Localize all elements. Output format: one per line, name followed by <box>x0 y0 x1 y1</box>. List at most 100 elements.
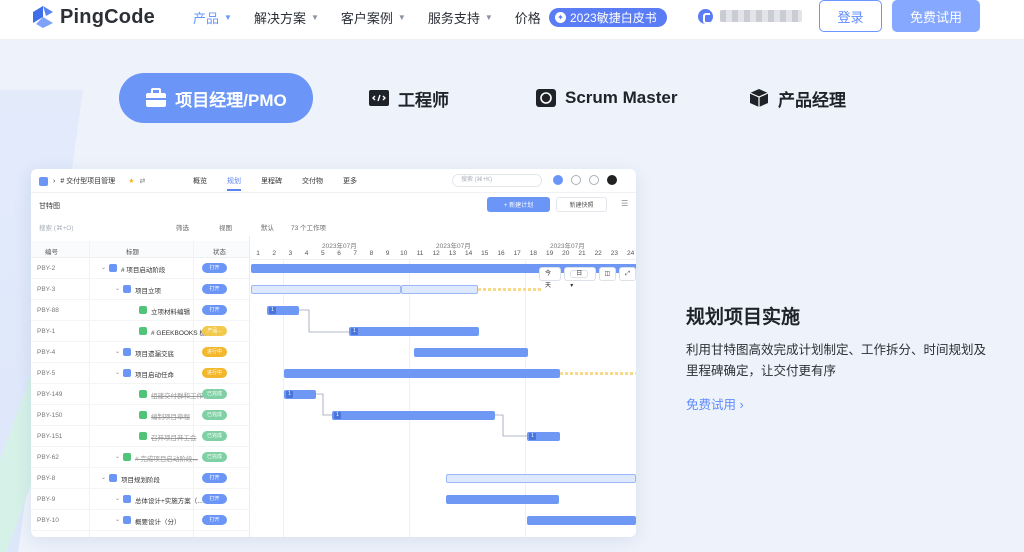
gantt-bar[interactable] <box>478 288 543 291</box>
menu-item-product[interactable]: 产品 ▼ <box>193 8 232 27</box>
status-badge[interactable]: 打开 <box>202 305 227 315</box>
role-tab-pmo[interactable]: 项目经理/PMO <box>119 73 313 123</box>
gantt-bar[interactable] <box>414 348 528 357</box>
status-badge[interactable]: 已完成 <box>202 452 227 462</box>
table-row[interactable]: PBY-151 召开项目开工会 已完成 <box>31 426 249 447</box>
table-row[interactable]: PBY-10 ⌄ 概要设计（分） 打开 <box>31 510 249 531</box>
add-icon[interactable] <box>553 175 563 185</box>
chevron-icon[interactable]: ⌄ <box>101 264 106 271</box>
whitepaper-badge[interactable]: ✦ 2023敏捷白皮书 <box>549 8 667 27</box>
chevron-icon[interactable]: ⌄ <box>115 348 120 355</box>
status-badge[interactable]: 打开 <box>202 284 227 294</box>
table-row[interactable]: PBY-3 ⌄ 项目立项 打开 <box>31 279 249 300</box>
star-icon[interactable]: ★ <box>128 177 134 185</box>
status-badge[interactable]: 已完成 <box>202 410 227 420</box>
swap-icon[interactable]: ⇄ <box>139 177 145 185</box>
app-search-input[interactable]: 搜索 (⌘+K) <box>452 174 542 187</box>
login-button[interactable]: 登录 <box>819 0 882 32</box>
gantt-bar[interactable] <box>446 474 636 483</box>
status-badge[interactable]: 进行中 <box>202 347 227 357</box>
chevron-icon[interactable]: ⌄ <box>115 495 120 502</box>
gantt-bar[interactable] <box>446 495 559 504</box>
status-badge[interactable]: 已完成 <box>202 431 227 441</box>
status-badge[interactable]: 打开 <box>202 263 227 273</box>
row-title[interactable]: 组建交付群和工作台 <box>151 390 210 400</box>
role-tab-scrum[interactable]: Scrum Master <box>535 73 677 123</box>
default-view-button[interactable]: 默认 <box>261 222 274 232</box>
filter-button[interactable]: 筛选 <box>176 222 189 232</box>
status-badge[interactable]: 打开 <box>202 473 227 483</box>
table-gantt-divider[interactable] <box>249 236 250 537</box>
gantt-bar[interactable]: 1 <box>332 411 495 420</box>
view-button[interactable]: 视图 <box>219 222 232 232</box>
row-title[interactable]: 立项材料编辑 <box>151 306 190 316</box>
gantt-bar[interactable] <box>401 285 478 294</box>
row-title[interactable]: 项目启动任命 <box>135 369 174 379</box>
table-row[interactable]: PBY-4 ⌄ 项目遗漏交底 进行中 <box>31 342 249 363</box>
feature-trial-link[interactable]: 免费试用 › <box>686 394 744 413</box>
chevron-icon[interactable]: ⌄ <box>115 453 120 460</box>
app-tab-milestone[interactable]: 里程碑 <box>261 176 282 186</box>
row-title[interactable]: # 项目启动阶段 <box>121 264 165 274</box>
avatar[interactable] <box>607 175 617 185</box>
today-button[interactable]: 今天 <box>539 267 562 289</box>
menu-item-support[interactable]: 服务支持 ▼ <box>428 8 493 27</box>
row-id: PBY-8 <box>37 475 56 482</box>
row-title[interactable]: 项目立项 <box>135 285 161 295</box>
status-badge[interactable]: 打开 <box>202 494 227 504</box>
help-icon[interactable] <box>571 175 581 185</box>
table-row[interactable]: PBY-88 立项材料编辑 打开 <box>31 300 249 321</box>
role-tab-engineer[interactable]: 工程师 <box>368 73 449 123</box>
table-row[interactable]: PBY-150 编制项目章程 已完成 <box>31 405 249 426</box>
fullscreen-icon[interactable]: ⤢ <box>619 267 636 281</box>
table-row[interactable]: PBY-5 ⌄ 项目启动任命 进行中 <box>31 363 249 384</box>
role-tab-product[interactable]: 产品经理 <box>748 73 846 123</box>
app-tab-deliverable[interactable]: 交付物 <box>302 176 323 186</box>
unit-select[interactable]: 日 ▾ <box>564 267 596 289</box>
table-row[interactable]: PBY-8 ⌄ 项目规划阶段 打开 <box>31 468 249 489</box>
table-row[interactable]: PBY-62 ⌄ # 完成项目启动阶段... 已完成 <box>31 447 249 468</box>
breadcrumb[interactable]: › # 交付型项目管理 ★ ⇄ <box>39 176 145 186</box>
gantt-bar[interactable]: 1 <box>527 432 560 441</box>
chevron-icon[interactable]: ⌄ <box>115 369 120 376</box>
gantt-bar[interactable] <box>527 516 636 525</box>
layout-icon[interactable]: ◫ <box>598 267 617 281</box>
status-badge[interactable]: 打开 <box>202 515 227 525</box>
table-row[interactable]: PBY-9 ⌄ 总体设计+实施方案（... 打开 <box>31 489 249 510</box>
gantt-bar[interactable]: 1 <box>349 327 479 336</box>
status-badge[interactable]: 进行中 <box>202 368 227 378</box>
row-title[interactable]: 召开项目开工会 <box>151 432 197 442</box>
app-tab-plan[interactable]: 规划 <box>227 176 241 191</box>
table-row[interactable]: PBY-1 # GEEKBOOKS 极... 产品... <box>31 321 249 342</box>
row-title[interactable]: 项目规划阶段 <box>121 474 160 484</box>
free-trial-button[interactable]: 免费试用 <box>892 0 980 32</box>
chevron-icon[interactable]: ⌄ <box>115 516 120 523</box>
list-icon[interactable]: ☰ <box>621 199 628 208</box>
filter-search-input[interactable]: 搜索 (⌘+O) <box>39 222 154 232</box>
bell-icon[interactable] <box>589 175 599 185</box>
gantt-bar[interactable] <box>251 285 401 294</box>
table-row[interactable]: PBY-149 组建交付群和工作台 已完成 <box>31 384 249 405</box>
menu-item-solutions[interactable]: 解决方案 ▼ <box>254 8 319 27</box>
gantt-bar[interactable] <box>284 369 560 378</box>
logo[interactable]: PingCode <box>32 5 155 29</box>
app-tab-more[interactable]: 更多 <box>343 176 357 186</box>
row-title[interactable]: # 完成项目启动阶段... <box>135 453 198 463</box>
chevron-icon[interactable]: ⌄ <box>115 285 120 292</box>
row-title[interactable]: 概要设计（分） <box>135 516 181 526</box>
status-badge[interactable]: 产品... <box>202 326 227 336</box>
status-badge[interactable]: 已完成 <box>202 389 227 399</box>
chevron-icon[interactable]: ⌄ <box>101 474 106 481</box>
new-plan-button[interactable]: + 新建计划 <box>487 197 550 212</box>
gantt-bar[interactable] <box>560 372 636 375</box>
gantt-bar[interactable]: 1 <box>284 390 316 399</box>
row-title[interactable]: 编制项目章程 <box>151 411 190 421</box>
menu-item-cases[interactable]: 客户案例 ▼ <box>341 8 406 27</box>
row-title[interactable]: 总体设计+实施方案（... <box>135 495 203 505</box>
app-tab-overview[interactable]: 概览 <box>193 176 207 186</box>
menu-item-pricing[interactable]: 价格 <box>515 8 541 27</box>
table-row[interactable]: PBY-2 ⌄ # 项目启动阶段 打开 <box>31 258 249 279</box>
row-title[interactable]: 项目遗漏交底 <box>135 348 174 358</box>
gantt-bar[interactable]: 1 <box>267 306 299 315</box>
new-snapshot-button[interactable]: 新建快照 <box>556 197 607 212</box>
